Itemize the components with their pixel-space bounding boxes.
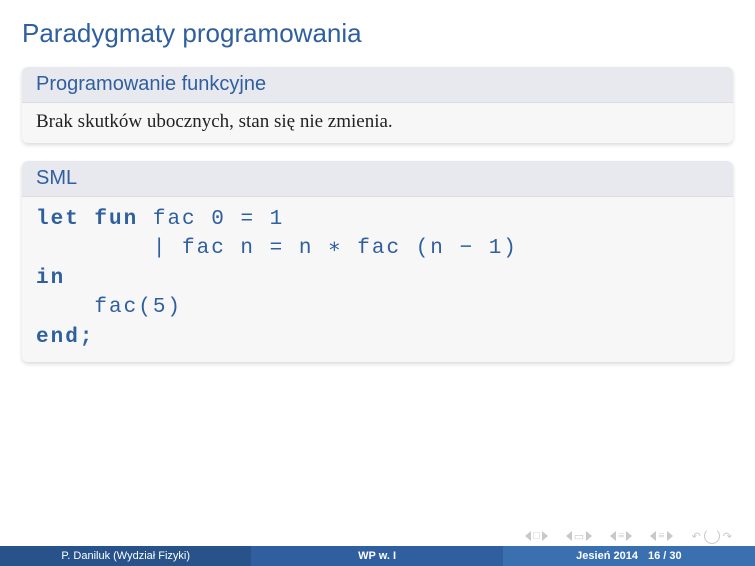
slide-title: Paradygmaty programowania bbox=[0, 0, 755, 57]
bars-icon: ≡ bbox=[618, 530, 624, 542]
square-icon: □ bbox=[533, 530, 540, 542]
nav-first[interactable]: □ bbox=[525, 530, 548, 542]
triangle-right-icon bbox=[586, 531, 592, 541]
nav-prevsec[interactable]: ≡ bbox=[610, 530, 632, 542]
kw-let: let bbox=[36, 208, 94, 231]
code-l1c: fac 0 = 1 bbox=[138, 208, 284, 231]
triangle-right-icon bbox=[542, 531, 548, 541]
block-func: Programowanie funkcyjne Brak skutków ubo… bbox=[22, 67, 733, 143]
bars-icon: ≡ bbox=[658, 530, 664, 542]
kw-fun: fun bbox=[94, 208, 138, 231]
footer-term: Jesień 2014 bbox=[576, 550, 638, 562]
footer-right: Jesień 2014 16 / 30 bbox=[503, 546, 755, 566]
footer-course: WP w. I bbox=[251, 546, 502, 566]
nav-nextsec[interactable]: ≡ bbox=[650, 530, 672, 542]
code-l4: fac(5) bbox=[36, 296, 182, 319]
code-block: let fun fac 0 = 1 | fac n = n ∗ fac (n −… bbox=[22, 197, 733, 362]
content: Programowanie funkcyjne Brak skutków ubo… bbox=[0, 57, 755, 362]
nav-loop[interactable]: ↶↷ bbox=[691, 528, 733, 544]
footer-author: P. Daniluk (Wydział Fizyki) bbox=[0, 546, 251, 566]
triangle-left-icon bbox=[525, 531, 531, 541]
triangle-left-icon bbox=[566, 531, 572, 541]
nav-bar: □ ▭ ≡ ≡ ↶↷ bbox=[525, 528, 733, 544]
block-func-body: Brak skutków ubocznych, stan się nie zmi… bbox=[22, 103, 733, 143]
kw-end: end; bbox=[36, 326, 94, 349]
back-icon: ↶ bbox=[692, 530, 701, 543]
loop-icon bbox=[704, 528, 720, 544]
block-sml-title: SML bbox=[22, 161, 733, 197]
nav-prev[interactable]: ▭ bbox=[566, 530, 592, 543]
page-icon: ▭ bbox=[574, 530, 584, 543]
kw-in: in bbox=[36, 267, 65, 290]
block-sml: SML let fun fac 0 = 1 | fac n = n ∗ fac … bbox=[22, 161, 733, 362]
slide: Paradygmaty programowania Programowanie … bbox=[0, 0, 755, 566]
footer-page: 16 / 30 bbox=[648, 550, 682, 562]
footer: P. Daniluk (Wydział Fizyki) WP w. I Jesi… bbox=[0, 546, 755, 566]
triangle-right-icon bbox=[626, 531, 632, 541]
triangle-right-icon bbox=[667, 531, 673, 541]
fwd-icon: ↷ bbox=[723, 530, 732, 543]
triangle-left-icon bbox=[650, 531, 656, 541]
block-func-title: Programowanie funkcyjne bbox=[22, 67, 733, 103]
triangle-left-icon bbox=[610, 531, 616, 541]
code-l2: | fac n = n ∗ fac (n − 1) bbox=[36, 237, 518, 260]
